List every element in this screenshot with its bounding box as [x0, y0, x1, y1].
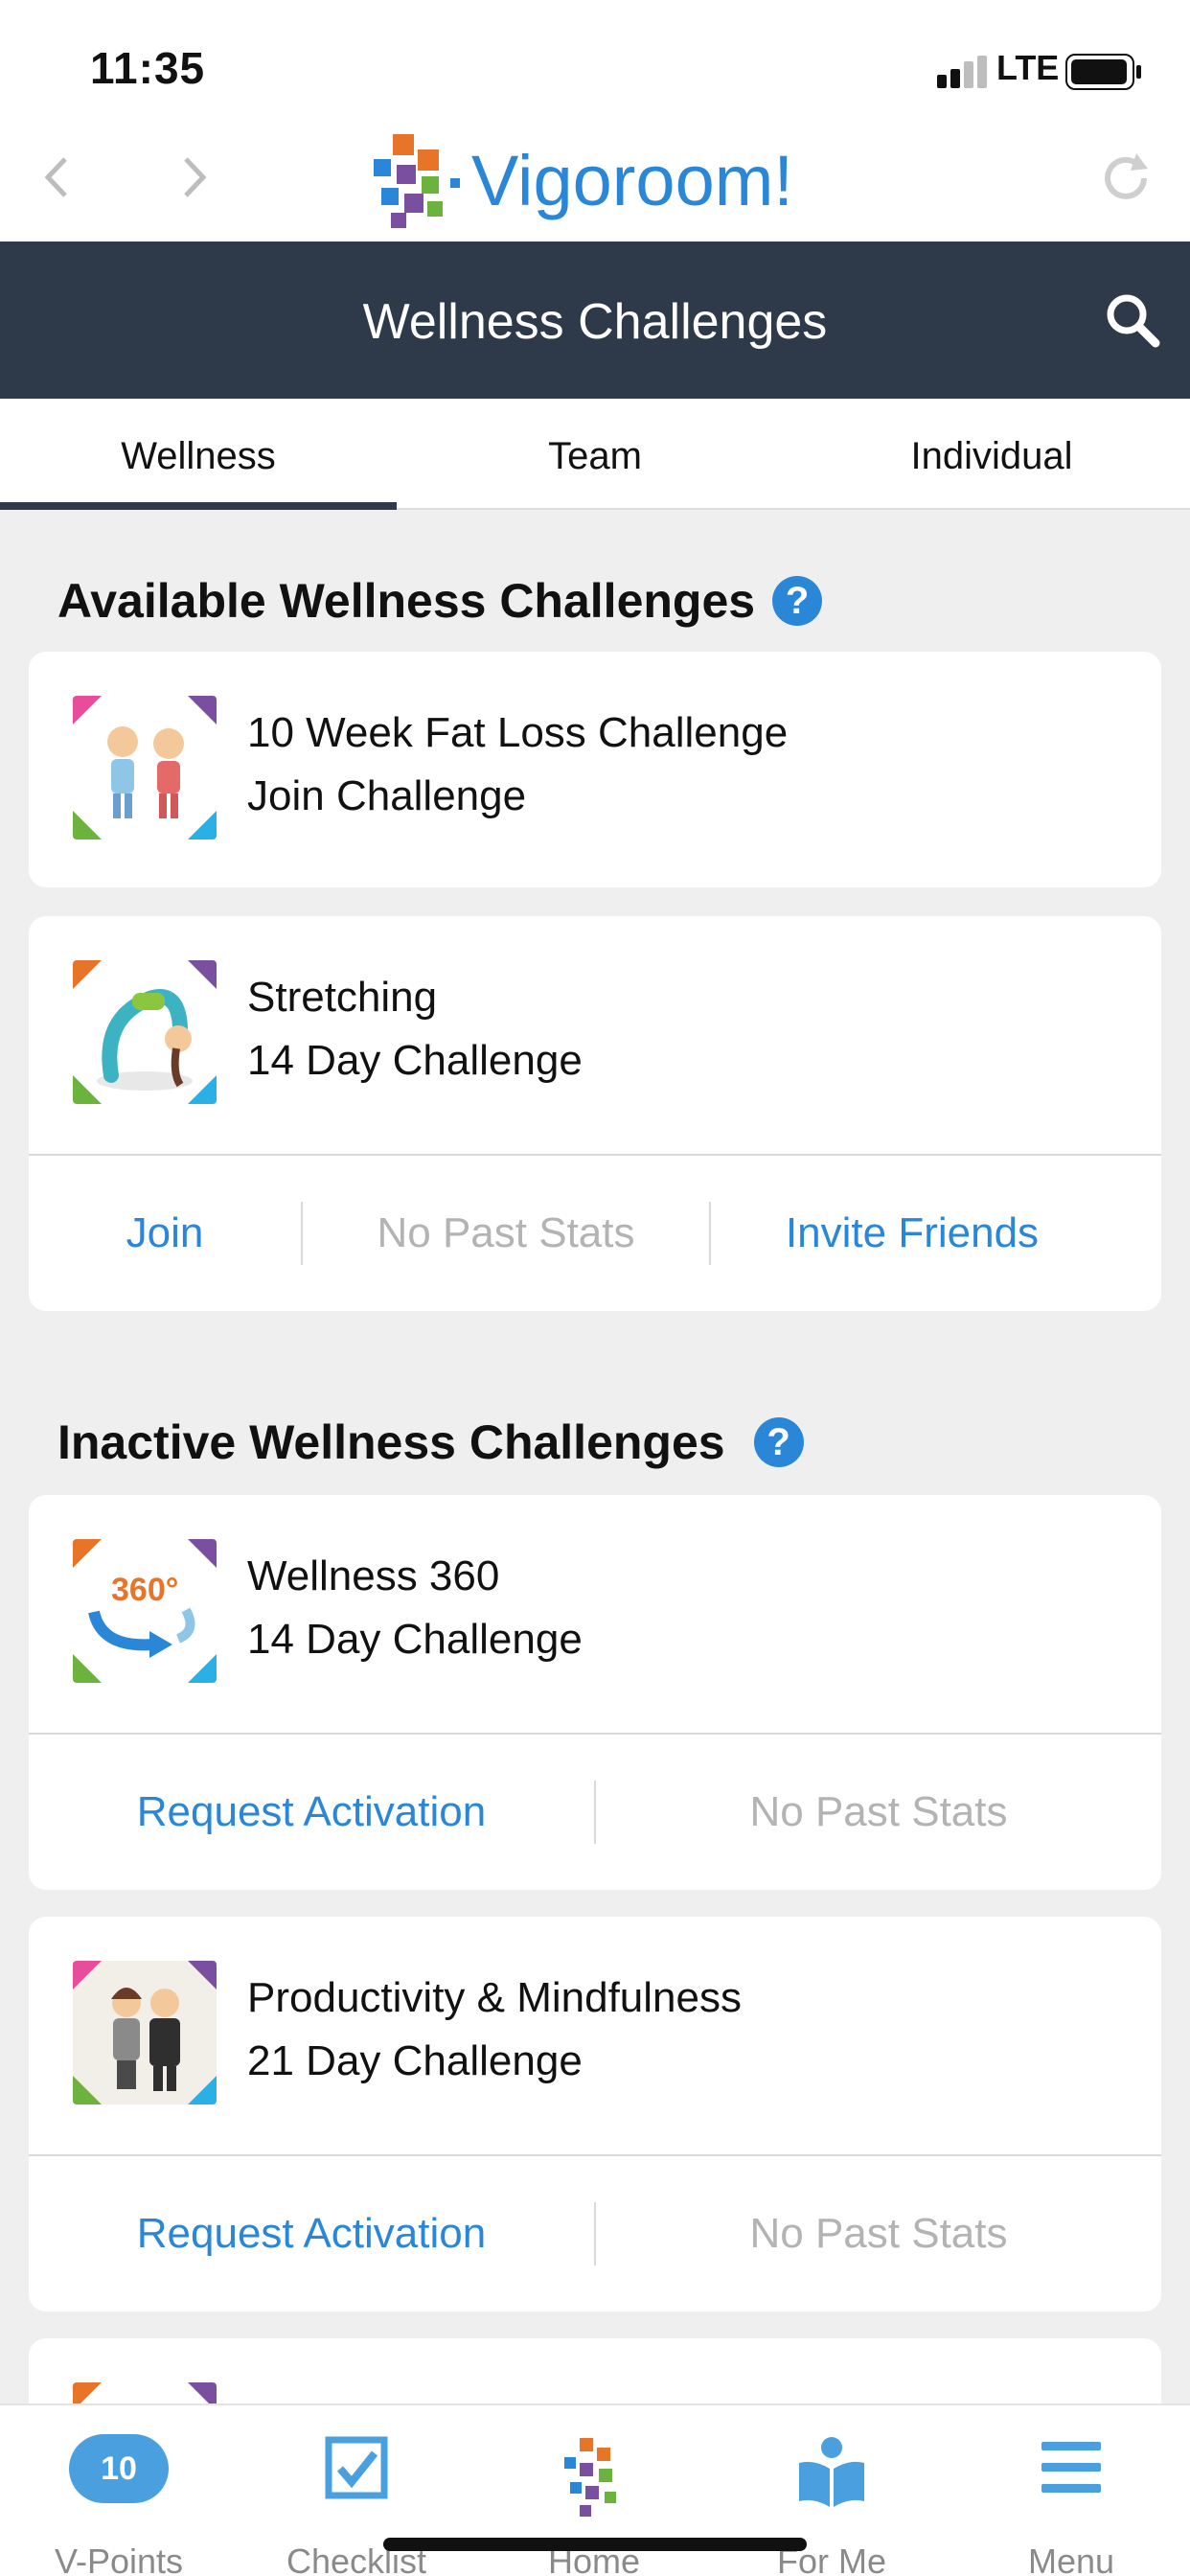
challenge-name: Stretching	[247, 974, 438, 1021]
reader-icon	[799, 2437, 864, 2507]
challenge-name: Productivity & Mindfulness	[247, 1974, 742, 2021]
battery-icon	[1065, 54, 1141, 90]
past-stats-label: No Past Stats	[749, 2210, 1008, 2257]
chevron-left-icon	[44, 157, 67, 197]
business-people-icon	[73, 1961, 217, 2104]
past-stats-label: No Past Stats	[749, 1788, 1008, 1835]
yoga-stretch-icon	[73, 960, 217, 1104]
status-time: 11:35	[90, 43, 206, 93]
card-actions: Join No Past Stats Invite Friends	[29, 1156, 1161, 1311]
reload-icon	[1105, 153, 1148, 199]
stretching-thumbnail	[73, 960, 217, 1104]
nav-label: V-Points	[54, 2542, 184, 2576]
invite-friends-button[interactable]: Invite Friends	[711, 1209, 1113, 1257]
card-actions: Request Activation No Past Stats	[29, 1735, 1161, 1890]
challenge-card: Productivity & Mindfulness 21 Day Challe…	[29, 1917, 1161, 2312]
tab-team[interactable]: Team	[397, 399, 793, 508]
challenge-card[interactable]: 10 Week Fat Loss Challenge Join Challeng…	[29, 652, 1161, 887]
help-icon[interactable]: ?	[753, 1417, 804, 1467]
challenge-subtitle: Join Challenge	[247, 772, 527, 819]
logo-text: Vigoroom!	[471, 141, 793, 220]
nav-for-me[interactable]: For Me	[736, 2434, 927, 2576]
page-header: Wellness Challenges	[0, 242, 1190, 399]
inactive-section-title: Inactive Wellness Challenges?	[57, 1414, 804, 1470]
kids-walking-icon	[73, 696, 217, 840]
tab-individual[interactable]: Individual	[793, 399, 1190, 508]
hamburger-menu-icon	[1041, 2442, 1101, 2493]
challenge-subtitle: 14 Day Challenge	[247, 1037, 583, 1084]
home-indicator	[383, 2538, 807, 2551]
wellness-360-icon: 360°	[73, 1539, 217, 1683]
help-icon[interactable]: ?	[772, 576, 823, 626]
svg-text:360°: 360°	[111, 1572, 178, 1608]
available-section-title: Available Wellness Challenges?	[57, 573, 823, 629]
vpoints-badge: 10	[69, 2434, 169, 2503]
challenge-card: Stretching 14 Day Challenge Join No Past…	[29, 916, 1161, 1311]
productivity-thumbnail	[73, 1961, 217, 2104]
request-activation-button[interactable]: Request Activation	[29, 2210, 594, 2258]
nav-home[interactable]: Home	[498, 2434, 690, 2576]
challenge-name: 10 Week Fat Loss Challenge	[247, 709, 789, 756]
available-title-text: Available Wellness Challenges	[57, 574, 756, 628]
request-activation-button[interactable]: Request Activation	[29, 1788, 594, 1836]
home-logo-icon	[564, 2438, 616, 2517]
chevron-right-icon	[184, 157, 207, 197]
search-icon	[1107, 294, 1160, 348]
challenge-name: Wellness 360	[247, 1552, 500, 1599]
back-button[interactable]	[42, 153, 71, 214]
fat-loss-thumbnail	[73, 696, 217, 840]
past-stats-label: No Past Stats	[377, 1209, 635, 1256]
card-actions: Request Activation No Past Stats	[29, 2156, 1161, 2312]
search-button[interactable]	[1104, 291, 1161, 354]
page-title: Wellness Challenges	[362, 294, 828, 350]
inactive-title-text: Inactive Wellness Challenges	[57, 1415, 725, 1469]
nav-checklist[interactable]: Checklist	[261, 2434, 452, 2576]
challenge-card: 360° Wellness 360 14 Day Challenge Reque…	[29, 1495, 1161, 1890]
nav-vpoints[interactable]: 10 V-Points	[23, 2434, 215, 2576]
status-bar: 11:35 LTE	[0, 0, 1190, 134]
forward-button[interactable]	[180, 153, 209, 214]
challenge-subtitle: 21 Day Challenge	[247, 2037, 583, 2084]
join-button[interactable]: Join	[29, 1209, 301, 1257]
signal-icon	[937, 56, 987, 88]
nav-menu[interactable]: Menu	[975, 2434, 1167, 2576]
network-label: LTE	[996, 48, 1060, 87]
browser-bar: Vigoroom!	[0, 115, 1190, 242]
checkbox-icon	[325, 2436, 388, 2499]
challenge-subtitle: 14 Day Challenge	[247, 1616, 583, 1663]
wellness-360-thumbnail: 360°	[73, 1539, 217, 1683]
nav-label: Menu	[1027, 2542, 1115, 2576]
challenge-tabs: Wellness Team Individual	[0, 399, 1190, 510]
tab-wellness[interactable]: Wellness	[0, 399, 397, 510]
vigoroom-logo: Vigoroom!	[374, 134, 793, 228]
reload-button[interactable]	[1098, 150, 1154, 210]
